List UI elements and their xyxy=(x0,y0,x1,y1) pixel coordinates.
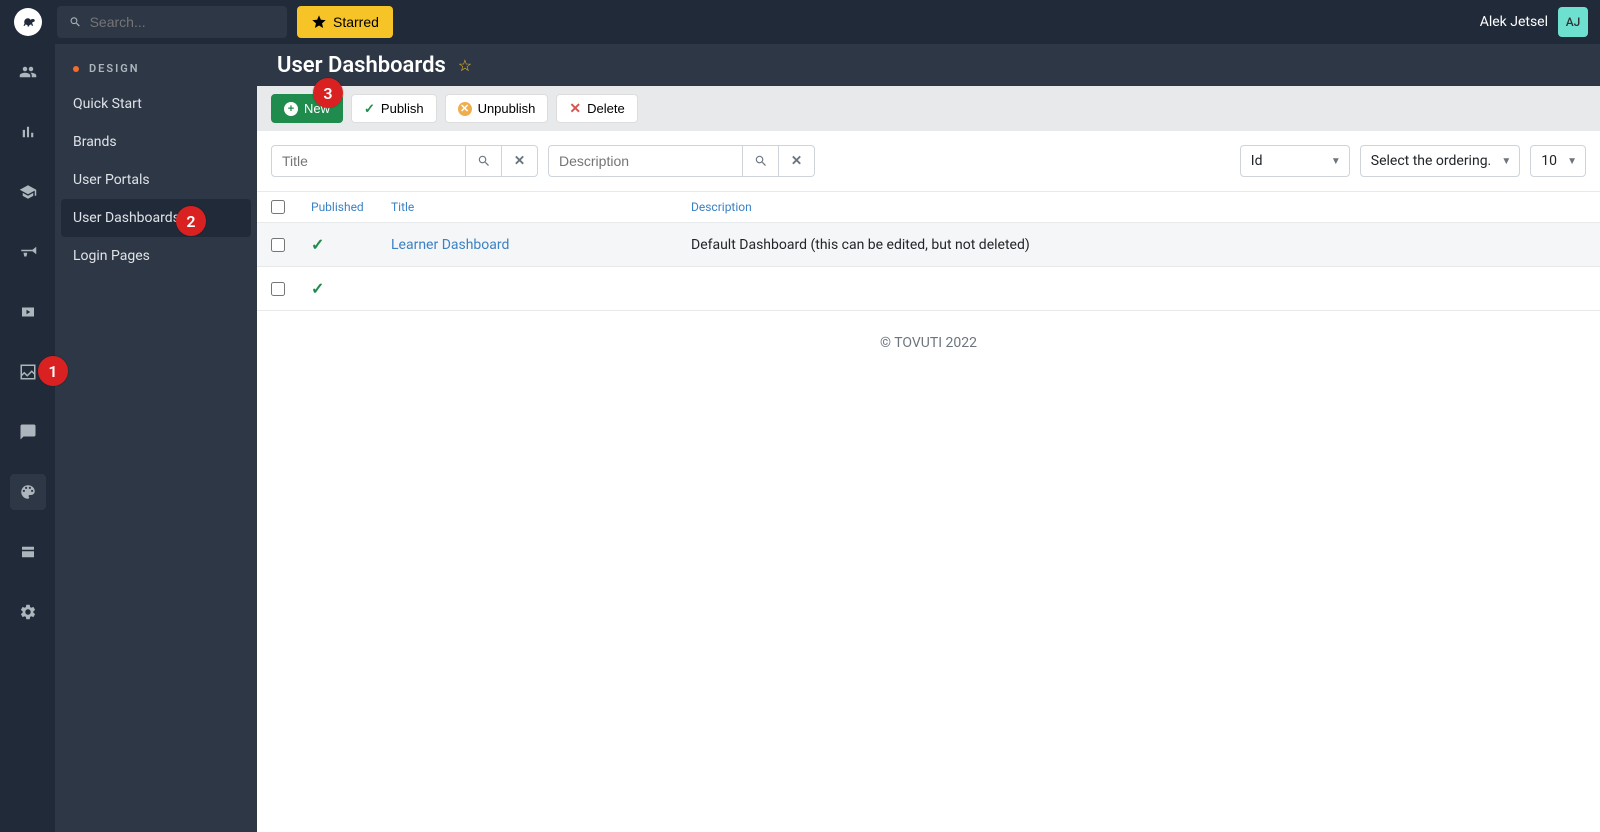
search-icon xyxy=(477,154,491,168)
sort-field-value: Id xyxy=(1251,153,1263,169)
sort-field-select[interactable]: Id ▼ xyxy=(1240,145,1350,177)
row-checkbox[interactable] xyxy=(271,282,285,296)
rail-card-icon[interactable] xyxy=(10,534,46,570)
publish-button[interactable]: ✓ Publish xyxy=(351,94,437,123)
sidebar-item-brands[interactable]: Brands xyxy=(55,123,257,161)
nav-rail xyxy=(0,44,55,832)
action-toolbar: + New ✓ Publish ✕ Unpublish ✕ Delete xyxy=(257,86,1600,131)
annotation-bubble-3: 3 xyxy=(313,78,343,108)
rail-chat-icon[interactable] xyxy=(10,414,46,450)
rail-megaphone-icon[interactable] xyxy=(10,234,46,270)
user-name: Alek Jetsel xyxy=(1480,14,1548,30)
delete-button-label: Delete xyxy=(587,101,625,116)
chevron-down-icon: ▼ xyxy=(1501,156,1511,167)
starred-label: Starred xyxy=(333,14,379,30)
plus-icon: + xyxy=(284,102,298,116)
warn-icon: ✕ xyxy=(458,102,472,116)
rail-education-icon[interactable] xyxy=(10,174,46,210)
page-size-value: 10 xyxy=(1541,153,1557,169)
sort-order-value: Select the ordering. xyxy=(1371,153,1491,169)
sidebar-section-header: DESIGN xyxy=(55,44,257,85)
elephant-icon xyxy=(19,13,37,31)
avatar: AJ xyxy=(1558,7,1588,37)
data-table: Published Title Description ✓ Learner Da… xyxy=(257,192,1600,311)
sidebar-item-user-dashboards[interactable]: User Dashboards xyxy=(61,199,251,237)
header-title[interactable]: Title xyxy=(391,200,691,214)
app-logo[interactable] xyxy=(0,0,55,44)
unpublish-button[interactable]: ✕ Unpublish xyxy=(445,94,549,123)
sub-sidebar: DESIGN Quick Start Brands User Portals U… xyxy=(55,44,257,832)
select-all-checkbox[interactable] xyxy=(271,200,285,214)
filter-bar: ✕ ✕ Id ▼ Select the ordering. ▼ 10 ▼ xyxy=(257,131,1600,192)
annotation-bubble-1: 1 xyxy=(38,356,68,386)
row-description: Default Dashboard (this can be edited, b… xyxy=(691,237,1030,253)
page-header: User Dashboards ☆ xyxy=(257,44,1600,86)
sidebar-item-login-pages[interactable]: Login Pages xyxy=(55,237,257,275)
delete-button[interactable]: ✕ Delete xyxy=(556,94,637,123)
clear-icon: ✕ xyxy=(514,153,525,169)
description-search-button[interactable] xyxy=(743,145,779,177)
row-title-link[interactable]: Learner Dashboard xyxy=(391,237,509,253)
rail-video-icon[interactable] xyxy=(10,294,46,330)
check-icon: ✓ xyxy=(364,101,375,117)
annotation-bubble-2: 2 xyxy=(176,206,206,236)
description-filter-input[interactable] xyxy=(548,145,743,177)
page-title: User Dashboards xyxy=(277,53,446,78)
published-icon[interactable]: ✓ xyxy=(311,279,324,298)
topbar: Starred Alek Jetsel AJ xyxy=(0,0,1600,44)
chevron-down-icon: ▼ xyxy=(1331,156,1341,167)
search-input[interactable] xyxy=(90,14,275,30)
unpublish-button-label: Unpublish xyxy=(478,101,536,116)
starred-button[interactable]: Starred xyxy=(297,6,393,38)
sidebar-item-user-portals[interactable]: User Portals xyxy=(55,161,257,199)
rail-settings-icon[interactable] xyxy=(10,594,46,630)
page-size-select[interactable]: 10 ▼ xyxy=(1530,145,1586,177)
sort-order-select[interactable]: Select the ordering. ▼ xyxy=(1360,145,1520,177)
header-published[interactable]: Published xyxy=(311,200,391,214)
clear-icon: ✕ xyxy=(791,153,802,169)
description-clear-button[interactable]: ✕ xyxy=(779,145,815,177)
table-row: ✓ xyxy=(257,267,1600,311)
rail-design-icon[interactable] xyxy=(10,474,46,510)
title-filter-input[interactable] xyxy=(271,145,466,177)
header-description[interactable]: Description xyxy=(691,200,1586,214)
user-menu[interactable]: Alek Jetsel AJ xyxy=(1480,7,1588,37)
chevron-down-icon: ▼ xyxy=(1567,156,1577,167)
footer-copyright: © TOVUTI 2022 xyxy=(257,311,1600,375)
publish-button-label: Publish xyxy=(381,101,424,116)
search-box[interactable] xyxy=(57,6,287,38)
section-dot-icon xyxy=(73,66,79,72)
rail-users-icon[interactable] xyxy=(10,54,46,90)
sidebar-section-label: DESIGN xyxy=(89,62,140,75)
main-content: User Dashboards ☆ + New ✓ Publish ✕ Unpu… xyxy=(257,44,1600,832)
published-icon[interactable]: ✓ xyxy=(311,235,324,254)
x-icon: ✕ xyxy=(569,100,581,117)
sidebar-item-quick-start[interactable]: Quick Start xyxy=(55,85,257,123)
table-row: ✓ Learner Dashboard Default Dashboard (t… xyxy=(257,223,1600,267)
row-checkbox[interactable] xyxy=(271,238,285,252)
title-search-button[interactable] xyxy=(466,145,502,177)
star-icon xyxy=(311,14,327,30)
title-clear-button[interactable]: ✕ xyxy=(502,145,538,177)
search-icon xyxy=(754,154,768,168)
rail-chart-icon[interactable] xyxy=(10,114,46,150)
favorite-star-icon[interactable]: ☆ xyxy=(458,56,472,75)
table-header: Published Title Description xyxy=(257,192,1600,223)
search-icon xyxy=(69,15,82,29)
